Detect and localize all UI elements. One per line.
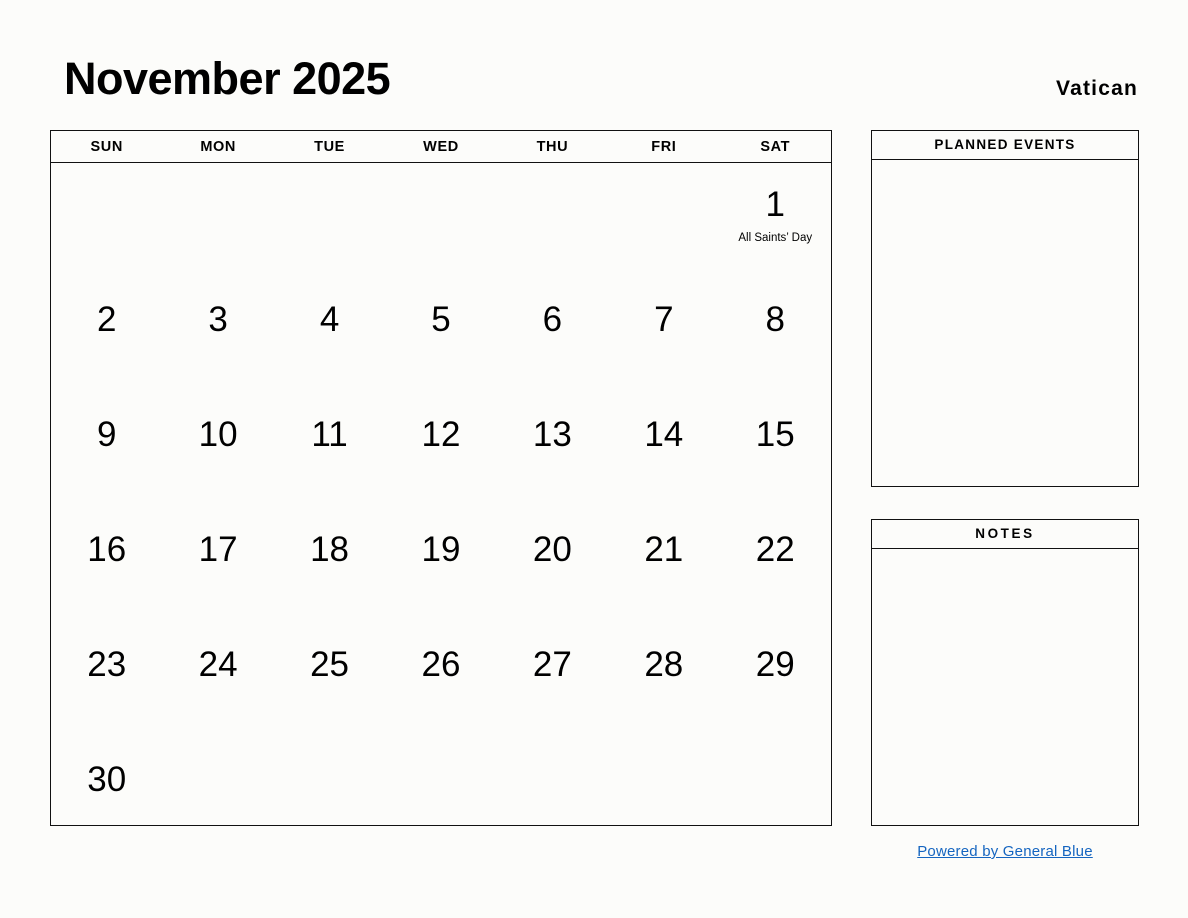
calendar-week-row: 1 All Saints’ Day <box>51 163 831 278</box>
day-number: 7 <box>654 300 674 339</box>
day-cell[interactable]: 6 <box>497 278 608 393</box>
day-cell[interactable]: 14 <box>608 393 719 508</box>
day-cell-empty <box>497 163 608 278</box>
day-cell-empty <box>608 163 719 278</box>
day-cell[interactable]: 8 <box>720 278 831 393</box>
day-cell-empty <box>162 163 273 278</box>
calendar-week-row: 16 17 18 19 20 21 22 <box>51 508 831 623</box>
calendar-week-row: 9 10 11 12 13 14 15 <box>51 393 831 508</box>
day-number: 1 <box>765 185 785 224</box>
day-cell[interactable]: 1 All Saints’ Day <box>720 163 831 278</box>
day-cell-empty <box>497 738 608 831</box>
day-number: 15 <box>755 415 795 454</box>
day-cell[interactable]: 17 <box>162 508 273 623</box>
calendar-week-row: 2 3 4 5 6 7 8 <box>51 278 831 393</box>
day-number: 12 <box>421 415 461 454</box>
day-number: 23 <box>87 645 127 684</box>
day-number: 5 <box>431 300 451 339</box>
calendar-weeks: 1 All Saints’ Day 2 3 4 5 6 7 8 9 10 11 12 13 14 15 16 17… <box>51 163 831 826</box>
planned-events-writing-area[interactable] <box>872 160 1138 485</box>
weekday-label-sun: SUN <box>90 138 123 155</box>
day-number: 27 <box>532 645 572 684</box>
day-number: 19 <box>421 530 461 569</box>
weekday-label-fri: FRI <box>651 138 677 155</box>
day-number: 25 <box>310 645 350 684</box>
day-cell-empty <box>720 738 831 831</box>
day-number: 2 <box>96 300 117 339</box>
day-number: 4 <box>319 300 340 339</box>
day-number: 13 <box>532 415 572 454</box>
day-number: 9 <box>96 415 117 454</box>
day-number: 11 <box>311 415 348 454</box>
day-number: 6 <box>542 300 563 339</box>
day-cell[interactable]: 28 <box>608 623 719 738</box>
weekday-label-sat: SAT <box>760 138 791 155</box>
day-number: 28 <box>644 645 684 684</box>
weekday-label-mon: MON <box>200 138 236 155</box>
day-cell[interactable]: 25 <box>274 623 385 738</box>
day-cell-empty <box>385 163 496 278</box>
day-cell-empty <box>51 163 162 278</box>
day-number: 22 <box>755 530 795 569</box>
planned-events-title: PLANNED EVENTS <box>872 131 1138 160</box>
day-cell[interactable]: 15 <box>720 393 831 508</box>
day-cell[interactable]: 16 <box>51 508 162 623</box>
day-cell[interactable]: 29 <box>720 623 831 738</box>
day-number: 20 <box>532 530 572 569</box>
page-title: November 2025 <box>64 53 391 104</box>
day-number: 26 <box>421 645 461 684</box>
weekday-header-row: SUN MON TUE WED THU FRI SAT <box>51 131 831 163</box>
day-number: 10 <box>198 415 238 454</box>
day-cell[interactable]: 7 <box>608 278 719 393</box>
day-number: 3 <box>208 300 228 339</box>
day-cell[interactable]: 2 <box>51 278 162 393</box>
powered-by-general-blue-link[interactable]: Powered by General Blue <box>871 843 1139 860</box>
notes-writing-area[interactable] <box>872 549 1138 824</box>
day-number: 14 <box>644 415 684 454</box>
day-number: 16 <box>87 530 127 569</box>
day-cell-empty <box>385 738 496 831</box>
day-number: 24 <box>198 645 238 684</box>
day-cell[interactable]: 18 <box>274 508 385 623</box>
day-cell[interactable]: 9 <box>51 393 162 508</box>
weekday-label-thu: THU <box>536 138 569 155</box>
day-cell[interactable]: 22 <box>720 508 831 623</box>
day-cell-empty <box>274 163 385 278</box>
day-cell[interactable]: 4 <box>274 278 385 393</box>
notes-panel: NOTES <box>871 519 1139 826</box>
day-cell[interactable]: 11 <box>274 393 385 508</box>
notes-title: NOTES <box>872 520 1138 549</box>
day-cell[interactable]: 20 <box>497 508 608 623</box>
day-number: 8 <box>765 300 785 339</box>
day-cell[interactable]: 10 <box>162 393 273 508</box>
day-cell[interactable]: 13 <box>497 393 608 508</box>
page-header: November 2025 Vatican <box>0 0 1188 130</box>
day-number: 30 <box>87 760 127 799</box>
day-number: 18 <box>310 530 350 569</box>
day-number: 21 <box>644 530 684 569</box>
day-cell[interactable]: 27 <box>497 623 608 738</box>
calendar-week-row: 30 <box>51 738 831 831</box>
day-cell[interactable]: 19 <box>385 508 496 623</box>
day-cell-empty <box>608 738 719 831</box>
day-cell[interactable]: 24 <box>162 623 273 738</box>
day-cell[interactable]: 3 <box>162 278 273 393</box>
calendar-week-row: 23 24 25 26 27 28 29 <box>51 623 831 738</box>
weekday-label-tue: TUE <box>314 138 345 155</box>
day-cell-empty <box>274 738 385 831</box>
day-cell[interactable]: 23 <box>51 623 162 738</box>
day-number: 29 <box>755 645 795 684</box>
day-cell[interactable]: 26 <box>385 623 496 738</box>
day-cell-empty <box>162 738 273 831</box>
planned-events-panel: PLANNED EVENTS <box>871 130 1139 487</box>
day-cell[interactable]: 12 <box>385 393 496 508</box>
day-number: 17 <box>198 530 238 569</box>
day-cell[interactable]: 5 <box>385 278 496 393</box>
day-event-label: All Saints’ Day <box>738 232 813 244</box>
country-label: Vatican <box>1056 77 1138 100</box>
day-cell[interactable]: 30 <box>51 738 162 831</box>
day-cell[interactable]: 21 <box>608 508 719 623</box>
weekday-label-wed: WED <box>423 138 459 155</box>
calendar-grid: SUN MON TUE WED THU FRI SAT 1 All Saints’ Day 2 3… <box>50 130 832 826</box>
